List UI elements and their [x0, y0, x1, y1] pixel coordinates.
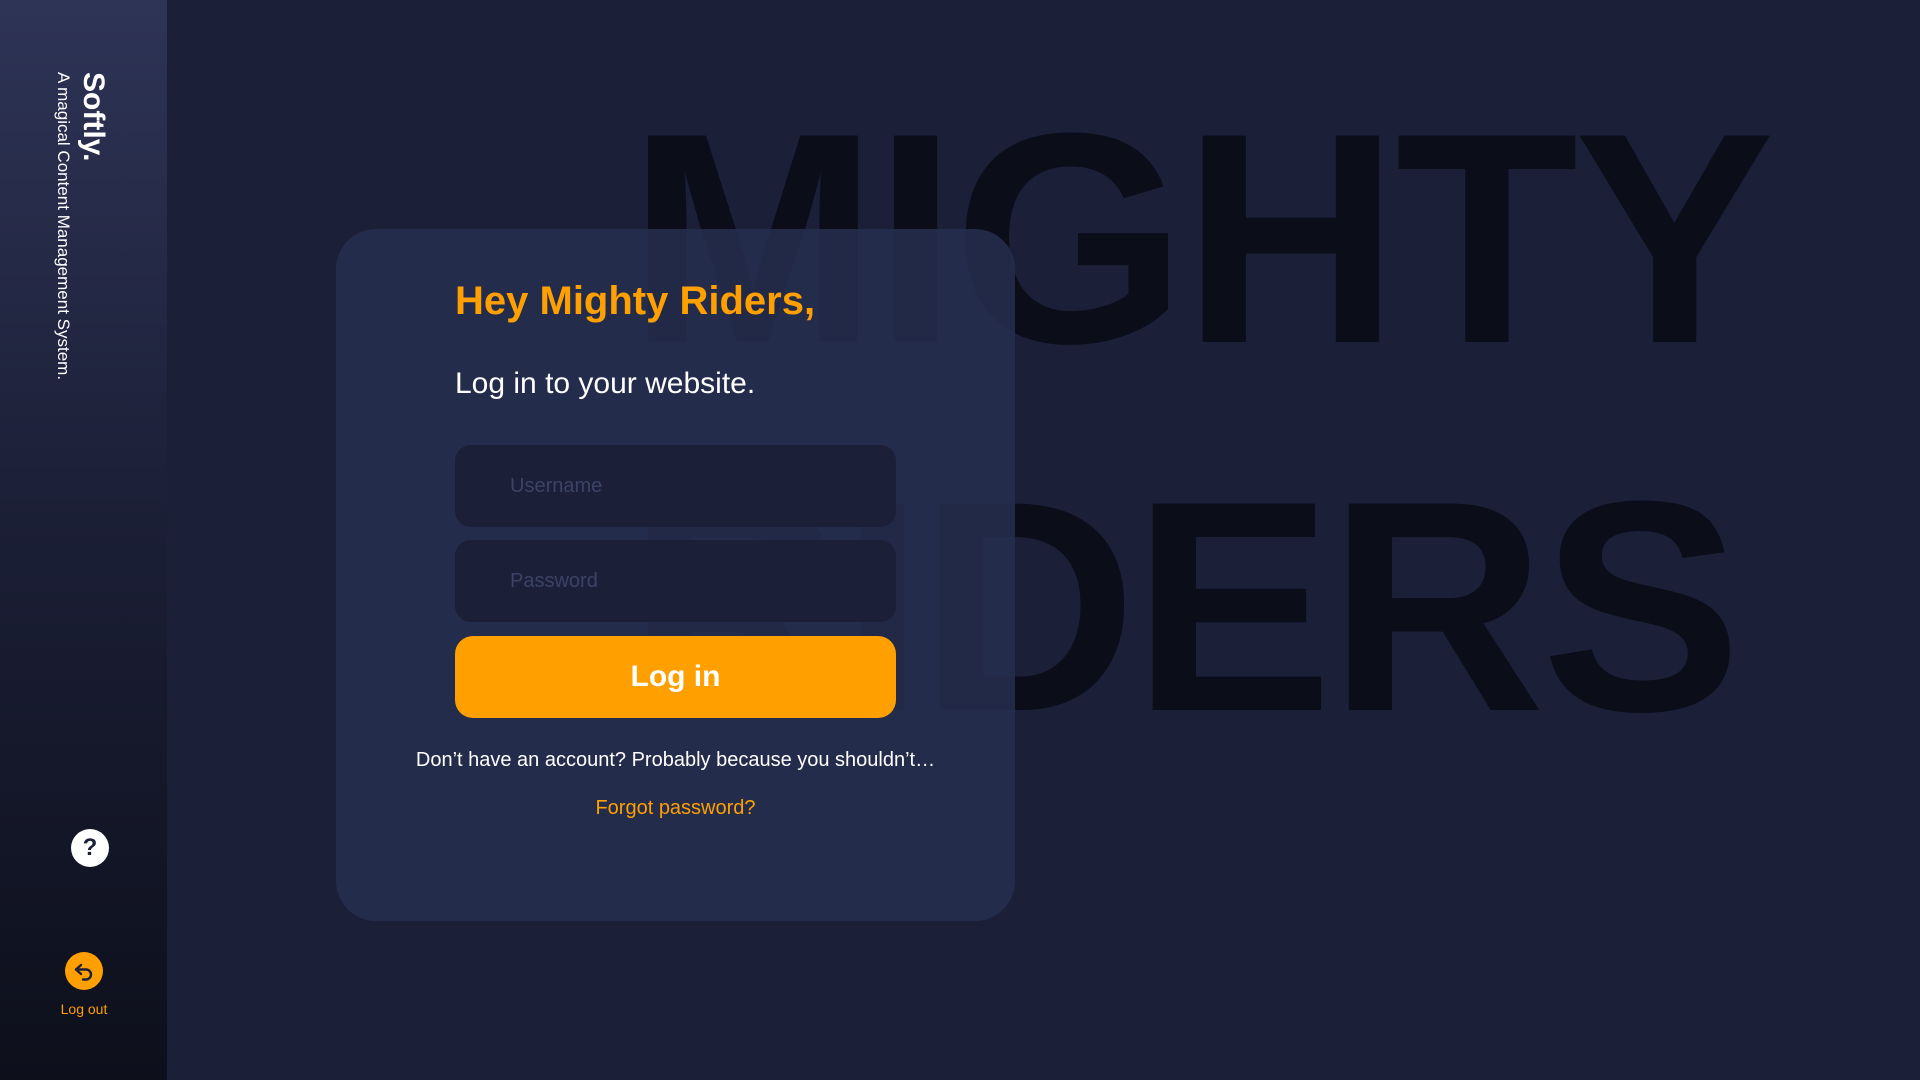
forgot-password-link[interactable]: Forgot password?: [336, 797, 1015, 820]
logout-label: Log out: [60, 1001, 108, 1017]
greeting-heading: Hey Mighty Riders,: [455, 279, 816, 323]
brand-tagline: A magical Content Management System.: [54, 72, 73, 381]
login-subtitle: Log in to your website.: [455, 367, 756, 400]
help-button[interactable]: ?: [71, 829, 109, 867]
brand-name: Softly.: [77, 72, 110, 162]
sidebar: Softly. A magical Content Management Sys…: [0, 0, 167, 1080]
logout-arrow-icon: [65, 952, 103, 990]
password-input[interactable]: [455, 540, 896, 622]
no-account-text: Don’t have an account? Probably because …: [415, 749, 936, 771]
brand: Softly. A magical Content Management Sys…: [52, 72, 110, 380]
logout-button[interactable]: Log out: [50, 952, 118, 1017]
username-input[interactable]: [455, 445, 896, 527]
login-page: MIGHTY RIDERS Softly. A magical Content …: [0, 0, 1920, 1080]
login-button[interactable]: Log in: [455, 636, 896, 718]
login-card: Hey Mighty Riders, Log in to your websit…: [336, 229, 1015, 921]
question-icon: ?: [82, 834, 98, 861]
